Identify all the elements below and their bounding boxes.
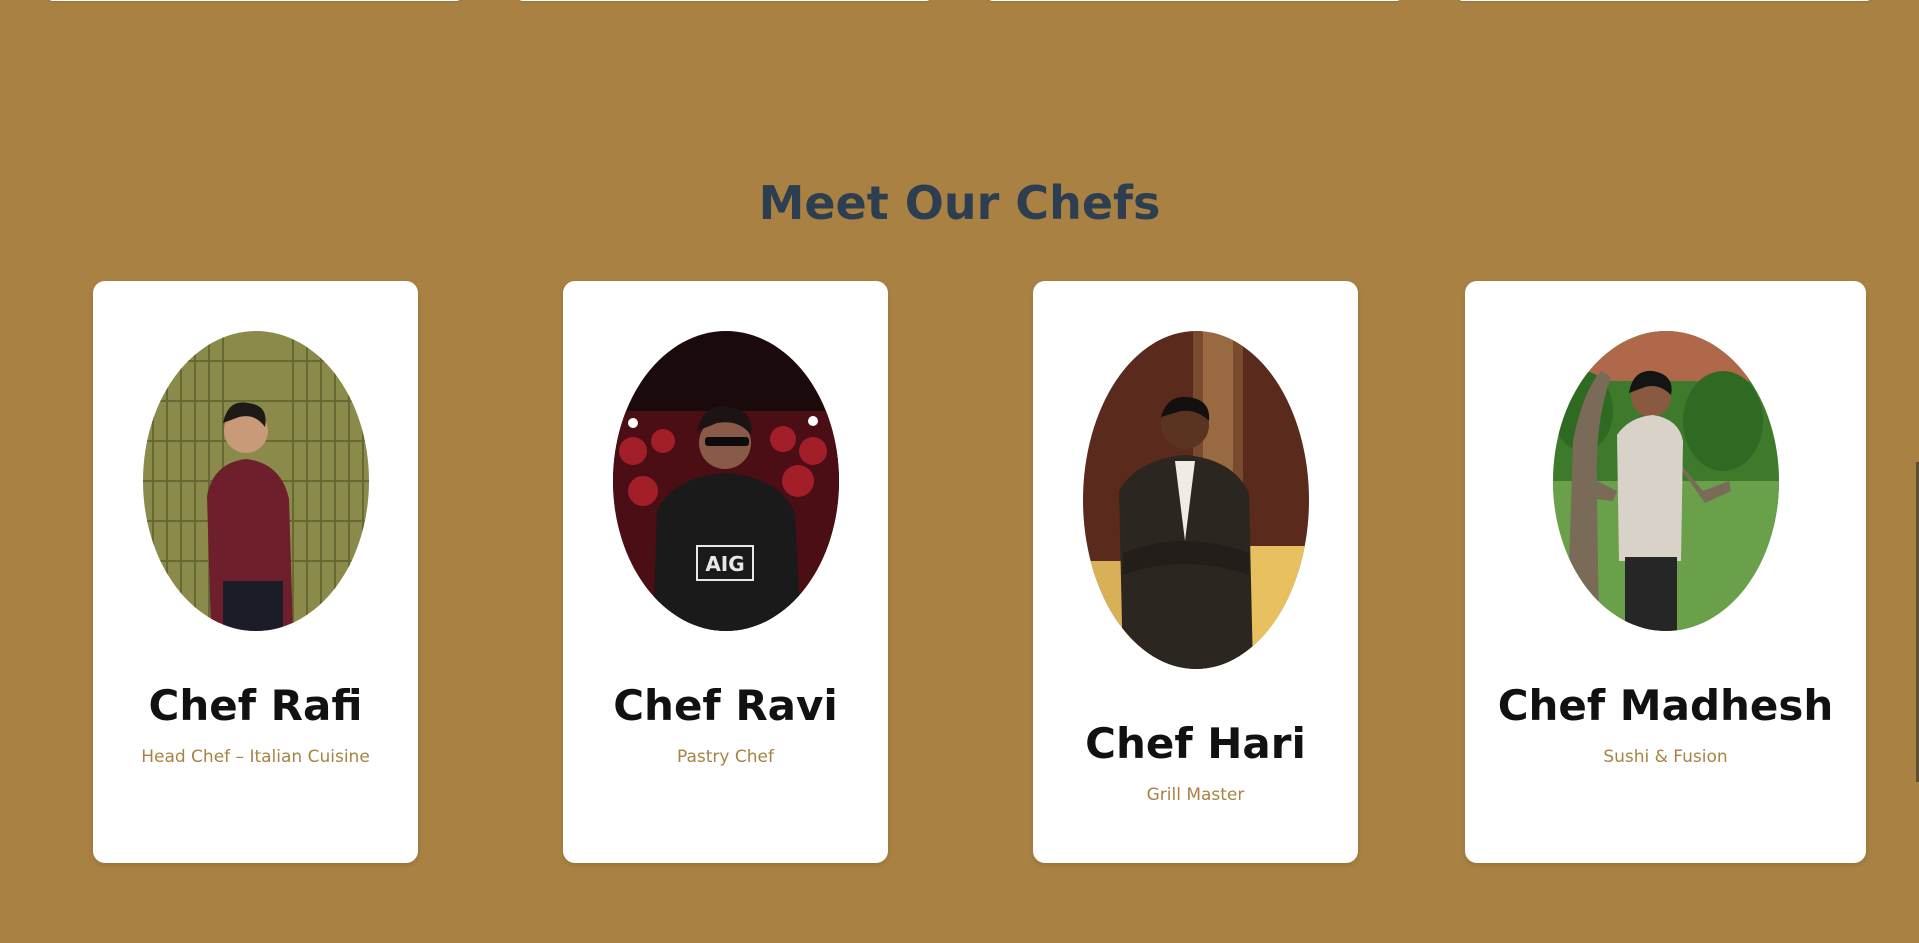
chef-card-ravi: AIG Chef Ravi Pastry Chef <box>563 281 888 863</box>
chef-madhesh-photo <box>1552 331 1779 631</box>
chef-name: Chef Hari <box>1085 719 1306 768</box>
section-title: Meet Our Chefs <box>758 176 1161 230</box>
chef-role: Head Chef – Italian Cuisine <box>141 747 370 767</box>
svg-text:AIG: AIG <box>705 552 744 576</box>
previous-section-card <box>986 0 1403 1</box>
chef-card-hari: Chef Hari Grill Master <box>1033 281 1358 863</box>
chef-name: Chef Rafi <box>148 681 363 730</box>
chef-name: Chef Ravi <box>613 681 838 730</box>
chef-hari-photo <box>1082 331 1309 669</box>
previous-section-card <box>516 0 933 1</box>
previous-section-card <box>1456 0 1873 1</box>
chef-card-rafi: Chef Rafi Head Chef – Italian Cuisine <box>93 281 418 863</box>
chef-card-madhesh: Chef Madhesh Sushi & Fusion <box>1465 281 1866 863</box>
chef-role: Pastry Chef <box>677 747 774 767</box>
chef-rafi-photo <box>142 331 369 631</box>
chef-name: Chef Madhesh <box>1497 681 1834 730</box>
previous-section-card <box>46 0 463 1</box>
chef-role: Grill Master <box>1146 785 1245 805</box>
chef-role: Sushi & Fusion <box>1603 747 1728 767</box>
chef-ravi-photo: AIG <box>612 331 839 631</box>
